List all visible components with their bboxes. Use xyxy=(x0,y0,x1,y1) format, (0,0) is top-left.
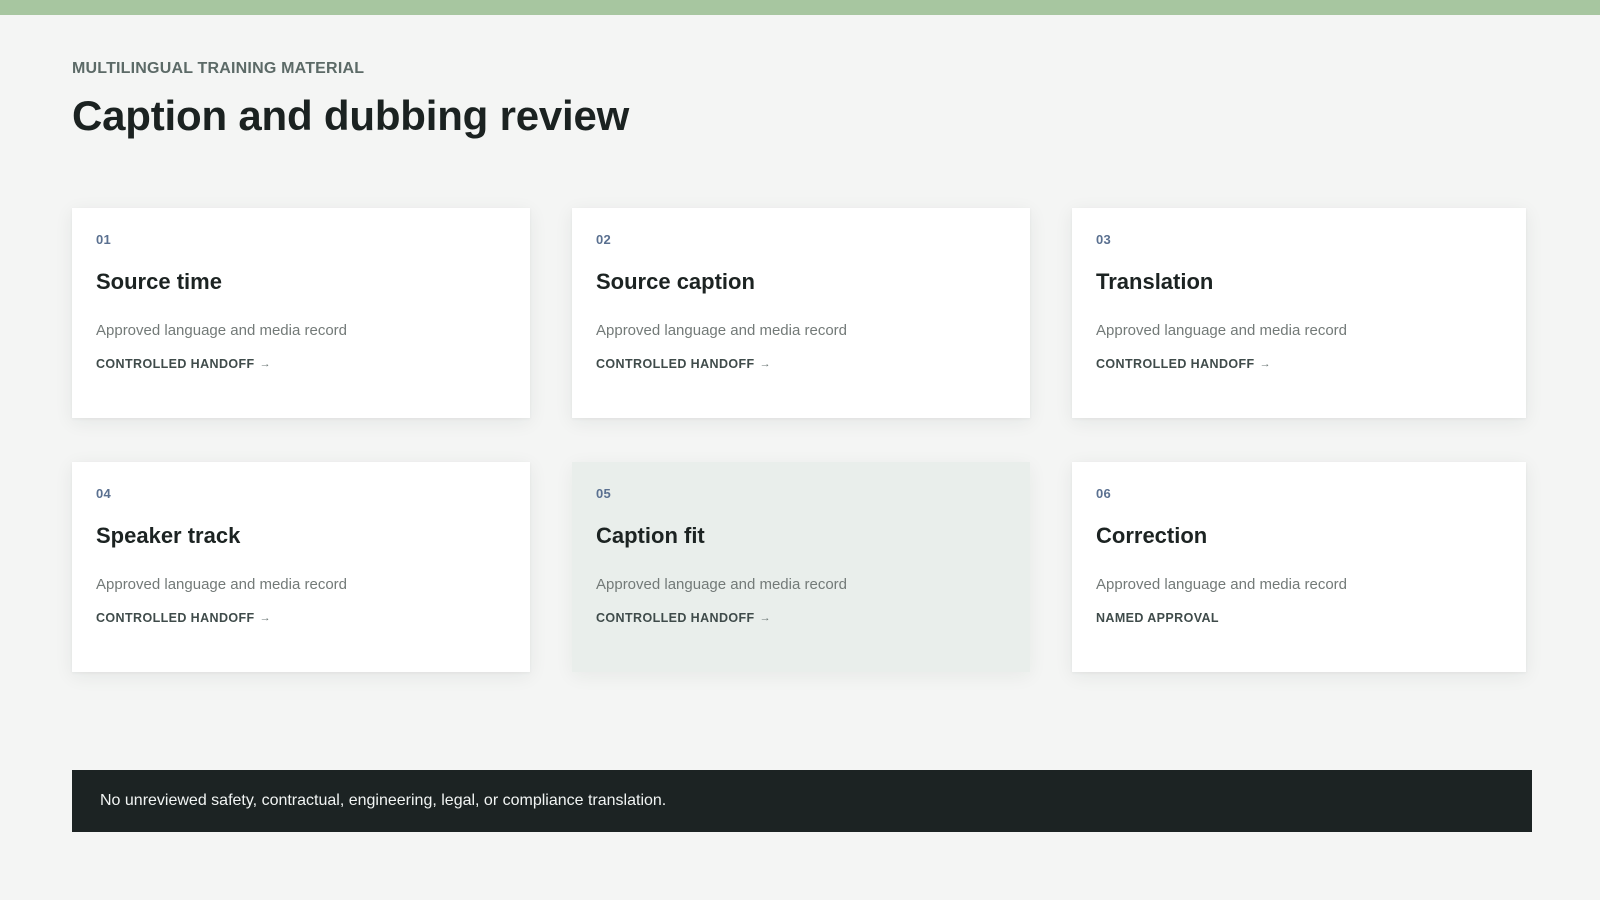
card-action-label: CONTROLLED HANDOFF xyxy=(596,611,755,625)
card-number: 01 xyxy=(96,232,112,247)
card-description: Approved language and media record xyxy=(1096,576,1348,593)
card-title: Speaker track xyxy=(96,523,241,548)
page-title: Caption and dubbing review xyxy=(72,92,630,139)
compliance-notice-banner: No unreviewed safety, contractual, engin… xyxy=(72,770,1532,832)
card-title: Correction xyxy=(1096,523,1208,548)
card-action-label: CONTROLLED HANDOFF xyxy=(1096,357,1255,371)
card-action-label: CONTROLLED HANDOFF xyxy=(596,357,755,371)
card-caption-fit[interactable]: 05 Caption fit Approved language and med… xyxy=(572,462,1030,672)
card-source-time[interactable]: 01 Source time Approved language and med… xyxy=(72,208,530,418)
card-description: Approved language and media record xyxy=(96,322,348,339)
card-number: 02 xyxy=(596,232,612,247)
card-title: Source time xyxy=(96,269,222,294)
card-action-label: NAMED APPROVAL xyxy=(1096,611,1219,625)
card-number: 06 xyxy=(1096,486,1112,501)
top-accent-bar xyxy=(0,0,1600,15)
card-description: Approved language and media record xyxy=(596,322,848,339)
card-title: Caption fit xyxy=(596,523,705,548)
card-number: 04 xyxy=(96,486,112,501)
card-grid: 01 Source time Approved language and med… xyxy=(72,208,1532,672)
card-action-link[interactable]: CONTROLLED HANDOFF → xyxy=(96,357,271,371)
compliance-notice-text: No unreviewed safety, contractual, engin… xyxy=(100,792,667,809)
arrow-right-icon: → xyxy=(259,358,271,370)
arrow-right-icon: → xyxy=(259,612,271,624)
card-number: 05 xyxy=(596,486,612,501)
card-action-link[interactable]: CONTROLLED HANDOFF → xyxy=(596,611,771,625)
page-eyebrow: MULTILINGUAL TRAINING MATERIAL xyxy=(72,60,365,77)
arrow-right-icon: → xyxy=(1259,358,1271,370)
card-correction[interactable]: 06 Correction Approved language and medi… xyxy=(1072,462,1526,672)
card-source-caption[interactable]: 02 Source caption Approved language and … xyxy=(572,208,1030,418)
card-description: Approved language and media record xyxy=(96,576,348,593)
arrow-right-icon: → xyxy=(759,612,771,624)
card-action-link[interactable]: CONTROLLED HANDOFF → xyxy=(1096,357,1271,371)
arrow-right-icon: → xyxy=(759,358,771,370)
card-description: Approved language and media record xyxy=(1096,322,1348,339)
card-speaker-track[interactable]: 04 Speaker track Approved language and m… xyxy=(72,462,530,672)
card-action-link[interactable]: CONTROLLED HANDOFF → xyxy=(96,611,271,625)
card-description: Approved language and media record xyxy=(596,576,848,593)
card-action-link[interactable]: CONTROLLED HANDOFF → xyxy=(596,357,771,371)
card-title: Translation xyxy=(1096,269,1214,294)
card-action-label: CONTROLLED HANDOFF xyxy=(96,357,255,371)
card-title: Source caption xyxy=(596,269,755,294)
card-translation[interactable]: 03 Translation Approved language and med… xyxy=(1072,208,1526,418)
card-number: 03 xyxy=(1096,232,1112,247)
card-action-link[interactable]: NAMED APPROVAL xyxy=(1096,611,1219,625)
card-action-label: CONTROLLED HANDOFF xyxy=(96,611,255,625)
